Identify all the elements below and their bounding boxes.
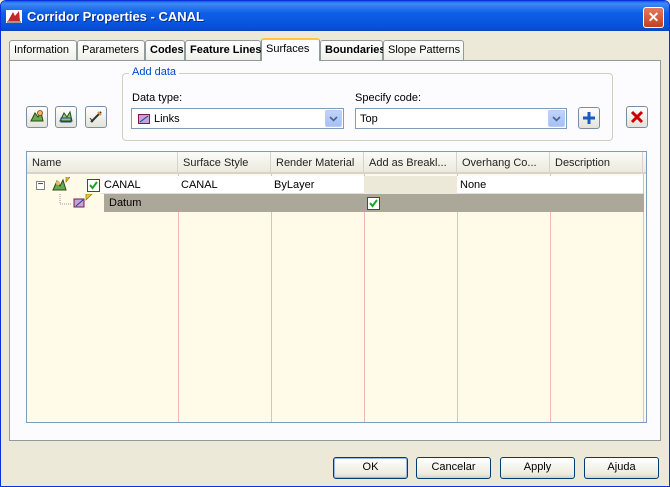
specify-code-select[interactable]: Top	[355, 108, 567, 129]
close-button[interactable]: ✕	[643, 7, 664, 28]
data-type-label: Data type:	[132, 92, 183, 104]
column-header-add-as-breakline[interactable]: Add as Breakl...	[364, 152, 457, 172]
breakline-checkbox[interactable]	[367, 197, 380, 210]
table-row[interactable]: − CANAL CANAL ByLayer None	[27, 176, 646, 194]
surfaces-grid[interactable]: Name Surface Style Render Material Add a…	[26, 151, 647, 423]
add-surface-item-button[interactable]	[55, 106, 77, 128]
row-overhang-correction[interactable]: None	[457, 176, 550, 194]
help-button[interactable]: Ajuda	[584, 457, 659, 479]
column-header-description[interactable]: Description	[550, 152, 643, 172]
edit-surface-button[interactable]	[85, 106, 107, 128]
tab-slope-patterns[interactable]: Slope Patterns	[383, 40, 464, 60]
surfaces-panel: Add data Data type: Links Specify code: …	[9, 60, 661, 441]
row-add-as-breakline	[364, 176, 457, 194]
row-description[interactable]	[550, 176, 643, 194]
tab-codes[interactable]: Codes	[145, 40, 185, 60]
apply-button[interactable]: Apply	[500, 457, 575, 479]
row-surface-style[interactable]: CANAL	[178, 176, 271, 194]
tab-information[interactable]: Information	[9, 40, 77, 60]
tree-connector-and-links-icon	[59, 194, 93, 208]
add-data-group: Add data Data type: Links Specify code: …	[122, 66, 613, 141]
column-header-name[interactable]: Name	[27, 152, 178, 172]
specify-code-label: Specify code:	[355, 92, 422, 104]
row-overhang-correction	[457, 194, 550, 212]
row-render-material[interactable]: ByLayer	[271, 176, 364, 194]
surface-icon	[52, 177, 70, 191]
plus-icon	[583, 112, 595, 124]
column-header-surface-style[interactable]: Surface Style	[178, 152, 271, 172]
create-surface-button[interactable]	[26, 106, 48, 128]
tab-surfaces[interactable]: Surfaces	[261, 38, 320, 61]
grid-header: Name Surface Style Render Material Add a…	[27, 152, 646, 174]
row-surface-style	[178, 194, 271, 212]
row-name: Datum	[109, 197, 142, 209]
data-type-value: Links	[154, 113, 180, 125]
column-header-overhang-correction[interactable]: Overhang Co...	[457, 152, 550, 172]
data-type-select[interactable]: Links	[131, 108, 344, 129]
delete-button[interactable]	[626, 106, 648, 128]
edit-surface-name-icon	[89, 111, 102, 123]
row-render-material	[271, 194, 364, 212]
column-header-render-material[interactable]: Render Material	[271, 152, 364, 172]
tab-feature-lines[interactable]: Feature Lines	[185, 40, 262, 60]
collapse-toggle[interactable]: −	[36, 180, 45, 190]
chevron-down-icon[interactable]	[548, 110, 565, 127]
corridor-app-icon	[6, 10, 22, 23]
chevron-down-icon[interactable]	[325, 110, 342, 127]
add-surface-item-icon	[59, 110, 73, 123]
title-bar[interactable]: Corridor Properties - CANAL ✕	[1, 1, 669, 31]
row-description	[550, 194, 643, 212]
row-name: CANAL	[101, 176, 178, 194]
add-data-legend: Add data	[129, 66, 180, 78]
cancel-button[interactable]: Cancelar	[416, 457, 491, 479]
tab-boundaries[interactable]: Boundaries	[320, 40, 386, 60]
red-x-icon	[630, 110, 644, 124]
links-icon	[138, 114, 150, 124]
window-title: Corridor Properties - CANAL	[27, 9, 204, 24]
surface-checkbox[interactable]	[87, 179, 100, 192]
tab-parameters[interactable]: Parameters	[77, 40, 145, 60]
table-row[interactable]: Datum	[104, 194, 644, 212]
add-code-button[interactable]	[578, 107, 600, 129]
ok-button[interactable]: OK	[333, 457, 408, 479]
create-surface-icon	[30, 110, 44, 122]
corridor-properties-dialog: Corridor Properties - CANAL ✕ Informatio…	[0, 0, 670, 487]
specify-code-value: Top	[360, 113, 378, 125]
